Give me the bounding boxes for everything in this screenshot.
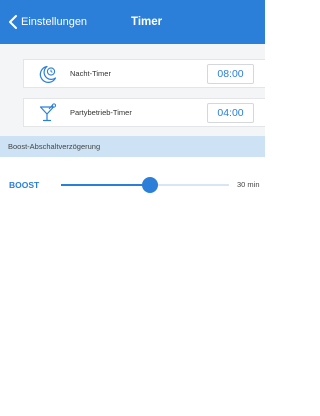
chevron-left-icon <box>9 15 17 29</box>
night-timer-row[interactable]: Nacht-Timer 08:00 <box>23 59 265 88</box>
boost-slider[interactable] <box>61 177 229 193</box>
boost-label: BOOST <box>9 180 40 190</box>
back-button[interactable]: Einstellungen <box>0 0 87 44</box>
night-timer-time[interactable]: 08:00 <box>207 64 254 84</box>
cocktail-glass-icon <box>39 103 57 122</box>
slider-thumb[interactable] <box>142 177 159 193</box>
moon-clock-icon <box>39 65 57 83</box>
timer-list: Nacht-Timer 08:00 Partybetrieb-Timer 04:… <box>0 44 265 136</box>
party-timer-label: Partybetrieb-Timer <box>70 108 132 117</box>
nav-bar: Einstellungen Timer <box>0 0 265 44</box>
boost-value: 30 min <box>237 180 260 189</box>
party-timer-time[interactable]: 04:00 <box>207 103 254 123</box>
page-title: Timer <box>131 16 163 28</box>
section-header: Boost-Abschaltverzögerung <box>0 136 265 157</box>
boost-row: BOOST 30 min <box>0 157 265 217</box>
party-timer-row[interactable]: Partybetrieb-Timer 04:00 <box>23 98 265 127</box>
back-label: Einstellungen <box>21 16 88 28</box>
night-timer-label: Nacht-Timer <box>70 69 111 78</box>
slider-fill <box>61 184 151 186</box>
